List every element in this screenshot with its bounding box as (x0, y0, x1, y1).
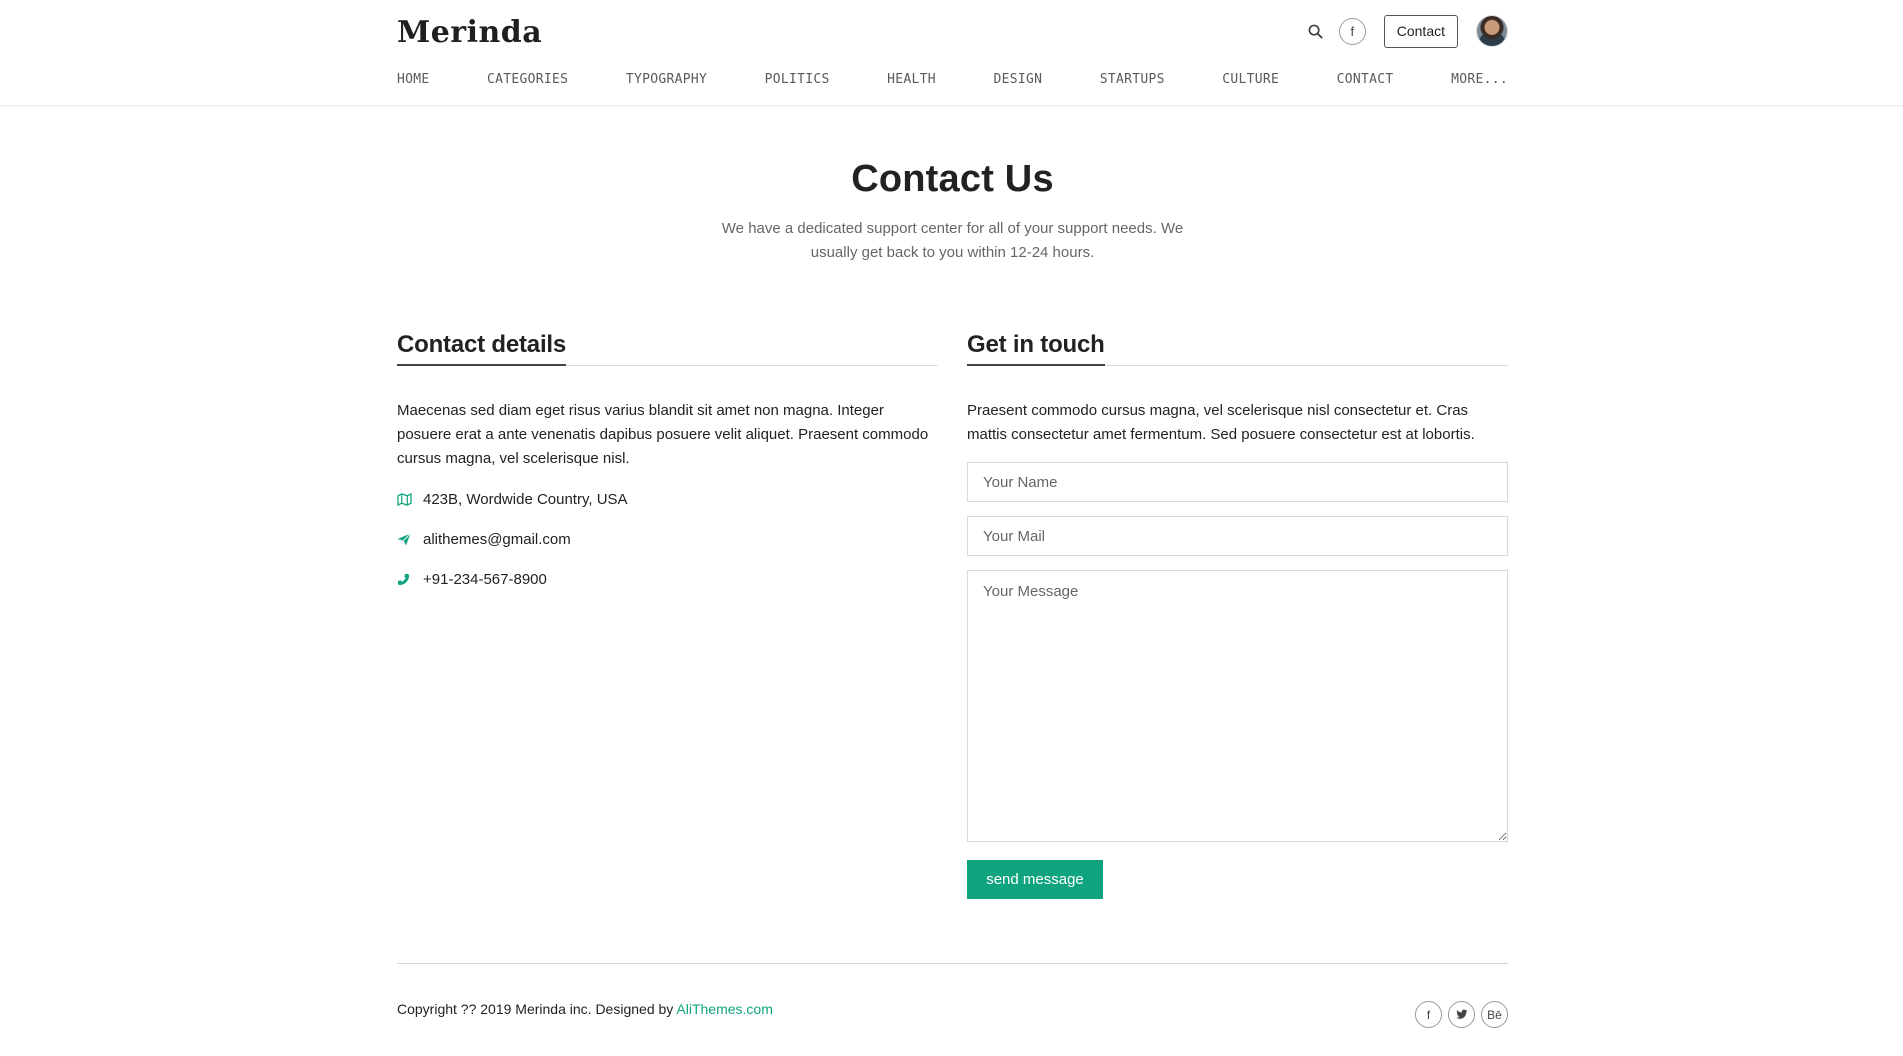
search-icon[interactable] (1305, 20, 1327, 42)
send-message-button[interactable]: send message (967, 860, 1103, 899)
nav-item-more[interactable]: MORE... (1451, 72, 1508, 87)
name-input[interactable] (967, 462, 1508, 502)
contact-details-heading-wrap: Contact details (397, 331, 938, 366)
phone-text[interactable]: +91-234-567-8900 (423, 571, 547, 588)
contact-button[interactable]: Contact (1383, 14, 1458, 48)
get-in-touch-intro: Praesent commodo cursus magna, vel scele… (967, 402, 1475, 443)
facebook-icon[interactable]: f (1338, 17, 1366, 45)
hero: Contact Us We have a dedicated support c… (397, 106, 1508, 265)
copyright-text: Copyright ?? 2019 Merinda inc. Designed … (397, 1001, 677, 1017)
nav-item-culture[interactable]: CULTURE (1222, 72, 1279, 87)
map-icon (397, 492, 423, 506)
address-row: 423B, Wordwide Country, USA (397, 487, 938, 511)
mail-input[interactable] (967, 516, 1508, 556)
page-subtitle: We have a dedicated support center for a… (721, 220, 1184, 261)
site-footer: Copyright ?? 2019 Merinda inc. Designed … (397, 963, 1508, 1056)
contact-details-section: Contact details Maecenas sed diam eget r… (397, 331, 938, 899)
topbar: Merinda f Contact (397, 0, 1508, 62)
get-in-touch-section: Get in touch Praesent commodo cursus mag… (967, 331, 1508, 899)
behance-icon[interactable]: Bē (1481, 1001, 1508, 1028)
copyright: Copyright ?? 2019 Merinda inc. Designed … (397, 1001, 773, 1017)
email-text[interactable]: alithemes@gmail.com (423, 531, 571, 548)
main-content: Contact Us We have a dedicated support c… (397, 106, 1508, 1056)
site-header: Merinda f Contact HOME CATEGORIES TYPOGR… (0, 0, 1903, 106)
contact-form: send message (967, 462, 1508, 899)
nav-item-design[interactable]: DESIGN (993, 72, 1042, 87)
nav-item-contact[interactable]: CONTACT (1337, 72, 1394, 87)
content-columns: Contact details Maecenas sed diam eget r… (397, 331, 1508, 899)
get-in-touch-heading-wrap: Get in touch (967, 331, 1508, 366)
nav-item-politics[interactable]: POLITICS (765, 72, 830, 87)
address-text: 423B, Wordwide Country, USA (423, 490, 628, 508)
site-logo[interactable]: Merinda (397, 15, 542, 50)
contact-details-heading: Contact details (397, 331, 566, 366)
send-icon (397, 532, 423, 546)
email-row: alithemes@gmail.com (397, 527, 938, 551)
phone-icon (397, 573, 423, 586)
nav-item-startups[interactable]: STARTUPS (1100, 72, 1165, 87)
phone-row: +91-234-567-8900 (397, 567, 938, 591)
main-nav: HOME CATEGORIES TYPOGRAPHY POLITICS HEAL… (397, 62, 1508, 106)
footer-social: f Bē (1415, 1001, 1508, 1028)
top-actions: f Contact (1305, 14, 1508, 48)
page-title: Contact Us (851, 158, 1054, 200)
nav-item-home[interactable]: HOME (397, 72, 430, 87)
twitter-icon[interactable] (1448, 1001, 1475, 1028)
designer-link[interactable]: AliThemes.com (676, 1001, 772, 1017)
nav-item-typography[interactable]: TYPOGRAPHY (626, 72, 707, 87)
contact-details-intro: Maecenas sed diam eget risus varius blan… (397, 402, 929, 467)
get-in-touch-heading: Get in touch (967, 331, 1105, 366)
message-textarea[interactable] (967, 570, 1508, 842)
facebook-icon[interactable]: f (1415, 1001, 1442, 1028)
nav-item-categories[interactable]: CATEGORIES (487, 72, 568, 87)
nav-item-health[interactable]: HEALTH (887, 72, 936, 87)
avatar[interactable] (1476, 15, 1508, 47)
